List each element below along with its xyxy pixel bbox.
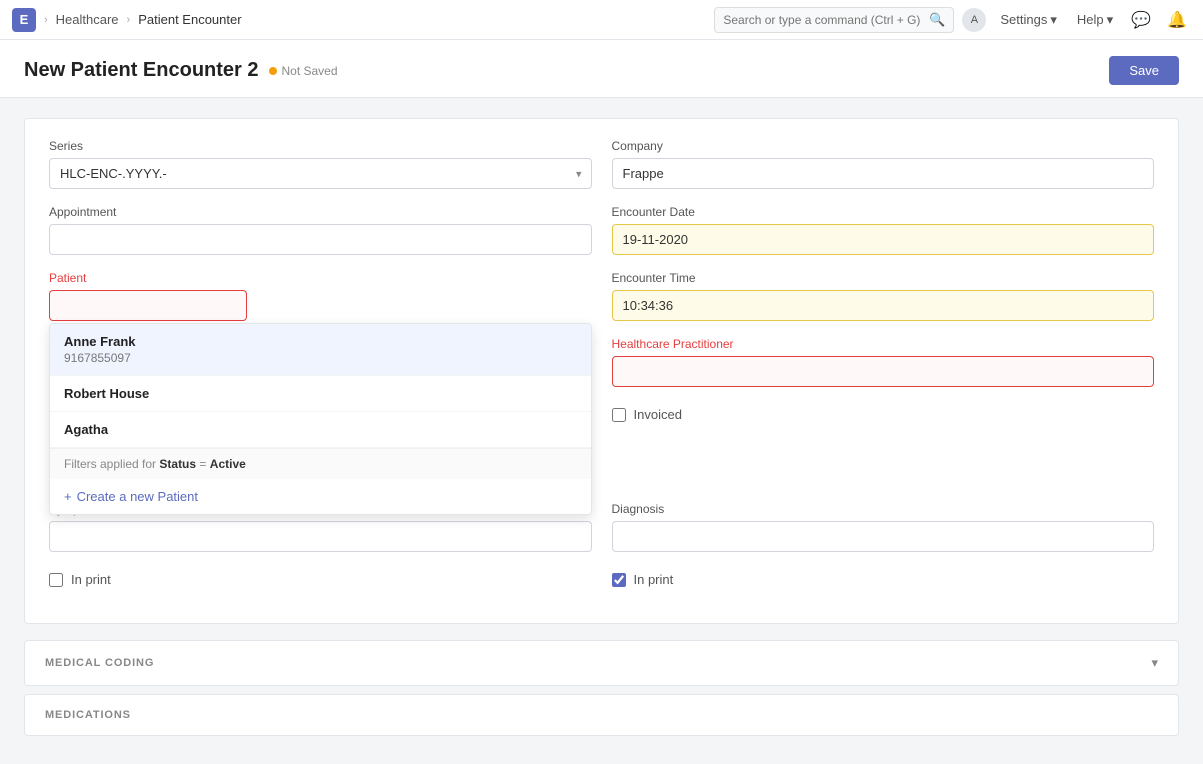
encounter-time-input[interactable] [612,290,1155,321]
appointment-label: Appointment [49,205,592,219]
breadcrumb-patient-encounter[interactable]: Patient Encounter [138,12,241,27]
filter-note: Filters applied for Status = Active [50,448,591,479]
medications-title: MEDICATIONS [45,709,131,721]
patient-name-anne: Anne Frank [64,334,577,349]
list-item[interactable]: Anne Frank 9167855097 [50,324,591,376]
form-group-in-print-right: In print [612,568,1155,587]
form-group-practitioner: Healthcare Practitioner [612,337,1155,387]
page-header: New Patient Encounter 2 Not Saved Save [0,40,1203,98]
practitioner-input[interactable] [612,356,1155,387]
notification-icon-button[interactable]: 🔔 [1163,6,1191,34]
practitioner-label: Healthcare Practitioner [612,337,1155,351]
medical-coding-section[interactable]: MEDICAL CODING ▾ [24,640,1179,686]
topnav: E › Healthcare › Patient Encounter 🔍 A S… [0,0,1203,40]
app-logo: E [12,8,36,32]
settings-chevron-icon: ▾ [1050,12,1057,28]
encounter-date-label: Encounter Date [612,205,1155,219]
company-label: Company [612,139,1155,153]
search-bar[interactable]: 🔍 [714,7,954,33]
search-icon: 🔍 [929,12,945,28]
diagnosis-label: Diagnosis [612,502,1155,516]
form-group-encounter-time: Encounter Time [612,271,1155,321]
medical-coding-title: MEDICAL CODING [45,657,154,669]
invoiced-label: Invoiced [634,407,682,422]
form-group-encounter-date: Encounter Date [612,205,1155,255]
breadcrumb-healthcare[interactable]: Healthcare [56,12,119,27]
page-title-area: New Patient Encounter 2 Not Saved [24,59,338,82]
diagnosis-input[interactable] [612,521,1155,552]
patient-dropdown: Anne Frank 9167855097 Robert House Agath… [49,323,592,515]
form-row-in-print: In print In print [49,568,1154,587]
form-group-invoiced: Invoiced [612,403,1155,422]
in-print-right-checkbox[interactable] [612,573,626,587]
breadcrumb-chevron-1: › [44,14,48,26]
help-button[interactable]: Help ▾ [1071,8,1119,32]
avatar: A [962,8,986,32]
invoiced-checkbox[interactable] [612,408,626,422]
form-group-patient: Patient Anne Frank 9167855097 Robert Hou… [49,271,592,321]
form-group-company: Company [612,139,1155,189]
save-button[interactable]: Save [1109,56,1179,85]
form-row-patient-time: Patient Anne Frank 9167855097 Robert Hou… [49,271,1154,321]
list-item[interactable]: Robert House [50,376,591,412]
company-input[interactable] [612,158,1155,189]
form-group-in-print-left: In print [49,568,592,587]
create-new-patient-button[interactable]: + Create a new Patient [50,479,591,514]
encounter-date-input[interactable] [612,224,1155,255]
invoiced-checkbox-group: Invoiced [612,407,1155,422]
form-group-diagnosis: Diagnosis [612,502,1155,552]
in-print-left-checkbox[interactable] [49,573,63,587]
in-print-right-group: In print [612,572,1155,587]
not-saved-dot [269,67,277,75]
patient-input[interactable] [49,290,247,321]
main-content: Series HLC-ENC-.YYYY.- ▾ Company Appoint… [0,98,1203,764]
patient-label: Patient [49,271,592,285]
in-print-left-group: In print [49,572,592,587]
breadcrumb-chevron-2: › [127,14,131,26]
patient-field-wrapper: Anne Frank 9167855097 Robert House Agath… [49,290,592,321]
list-item[interactable]: Agatha [50,412,591,448]
form-section-main: Series HLC-ENC-.YYYY.- ▾ Company Appoint… [24,118,1179,624]
page-title: New Patient Encounter 2 [24,59,259,82]
patient-name-agatha: Agatha [64,422,577,437]
medical-coding-chevron-icon: ▾ [1151,655,1158,671]
in-print-left-label: In print [71,572,111,587]
chat-icon-button[interactable]: 💬 [1127,6,1155,34]
symptoms-input[interactable] [49,521,592,552]
settings-button[interactable]: Settings ▾ [994,8,1063,32]
series-select[interactable]: HLC-ENC-.YYYY.- [49,158,592,189]
form-group-appointment: Appointment [49,205,592,255]
form-row-series-company: Series HLC-ENC-.YYYY.- ▾ Company [49,139,1154,189]
in-print-right-label: In print [634,572,674,587]
patient-name-robert: Robert House [64,386,577,401]
plus-icon: + [64,489,72,504]
encounter-time-label: Encounter Time [612,271,1155,285]
search-input[interactable] [723,13,923,27]
help-chevron-icon: ▾ [1107,12,1114,28]
medications-section[interactable]: MEDICATIONS [24,694,1179,736]
not-saved-badge: Not Saved [269,64,338,78]
form-group-series: Series HLC-ENC-.YYYY.- ▾ [49,139,592,189]
series-label: Series [49,139,592,153]
series-select-wrapper: HLC-ENC-.YYYY.- ▾ [49,158,592,189]
form-row-appointment-date: Appointment Encounter Date [49,205,1154,255]
patient-sub-anne: 9167855097 [64,351,577,365]
appointment-input[interactable] [49,224,592,255]
